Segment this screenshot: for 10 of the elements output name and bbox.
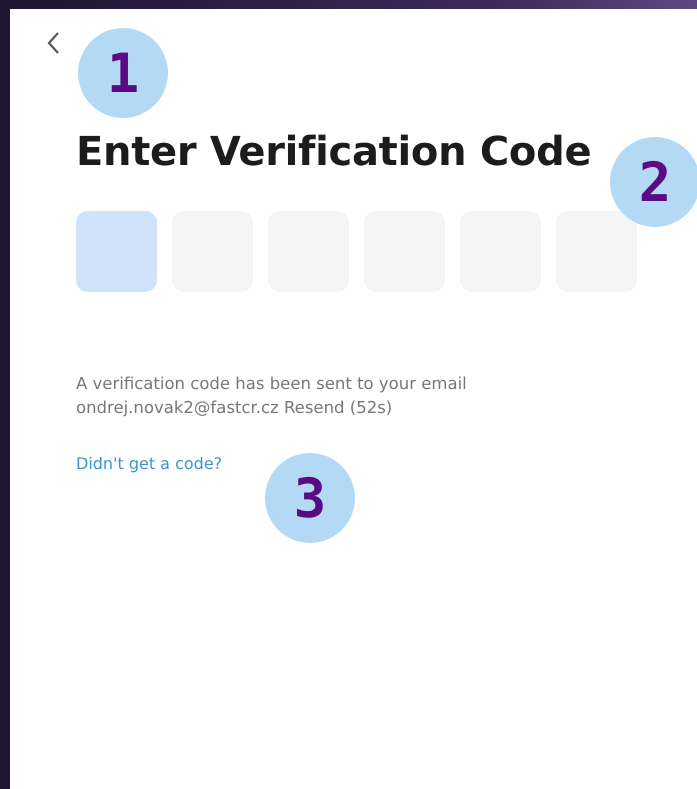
info-text: A verification code has been sent to your email bbox=[76, 374, 467, 394]
help-link[interactable]: Didn't get a code? bbox=[76, 454, 222, 473]
number-callout: 1 bbox=[78, 28, 168, 118]
back-chevron-icon[interactable] bbox=[46, 31, 60, 55]
page-title: Enter Verification Code bbox=[76, 129, 592, 175]
number-callout: 2 bbox=[610, 137, 697, 227]
code-digit-field[interactable] bbox=[556, 211, 637, 292]
code-digit-field[interactable] bbox=[76, 211, 157, 292]
number-callout: 3 bbox=[265, 453, 355, 543]
info-text: ondrej.novak2@fastcr.cz Resend (52s) bbox=[76, 398, 394, 418]
